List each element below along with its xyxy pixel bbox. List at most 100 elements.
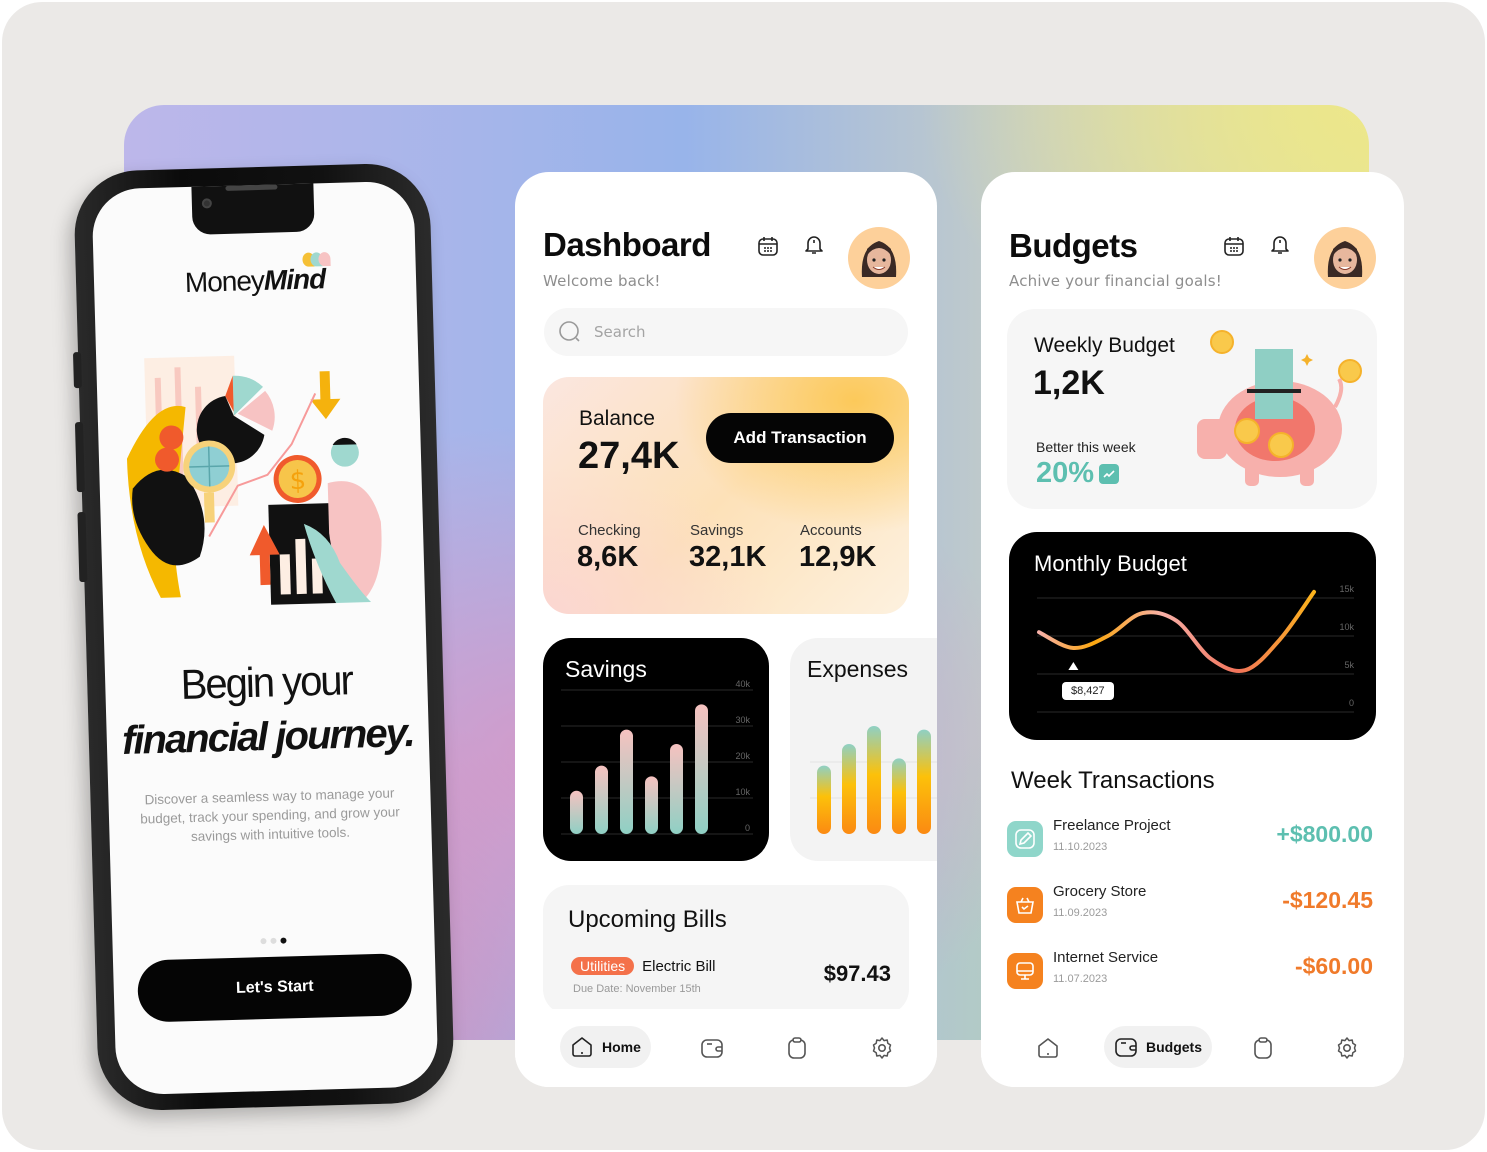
accounts-label: Accounts xyxy=(800,522,862,539)
budgets-screen: Budgets Achive your financial goals! Wee… xyxy=(981,172,1404,1087)
savings-bar xyxy=(620,729,633,834)
weekly-budget-card[interactable]: Weekly Budget 1,2K Better this week 20% xyxy=(1007,309,1377,509)
weekly-budget-title: Weekly Budget xyxy=(1034,334,1175,357)
savings-chart-card[interactable]: Savings 40k 30k 20k 10k 0 xyxy=(543,638,769,861)
page-title: Budgets xyxy=(1009,227,1138,264)
transaction-date: 11.09.2023 xyxy=(1053,907,1108,919)
nav-budgets-label: Budgets xyxy=(1146,1039,1202,1055)
search-placeholder: Search xyxy=(594,323,646,341)
savings-bar-chart: 40k 30k 20k 10k 0 xyxy=(561,679,753,835)
monthly-budget-card[interactable]: Monthly Budget 15k 10k 5k 0 $8,427 xyxy=(1009,532,1376,740)
bell-icon[interactable] xyxy=(802,232,826,256)
page-subtitle: Welcome back! xyxy=(543,272,661,290)
avatar-face-icon xyxy=(861,241,897,277)
week-transactions-title: Week Transactions xyxy=(1011,767,1215,794)
transaction-amount: -$120.45 xyxy=(1282,887,1373,913)
bill-amount: $97.43 xyxy=(823,961,891,986)
home-icon xyxy=(572,1037,592,1057)
bell-icon[interactable] xyxy=(1268,232,1292,256)
savings-bar xyxy=(645,776,658,834)
weekly-budget-value: 1,2K xyxy=(1033,364,1105,402)
bottom-nav: Home xyxy=(515,1009,937,1087)
phone-volume-up xyxy=(74,421,85,493)
wallet-icon[interactable] xyxy=(700,1036,724,1060)
calendar-icon[interactable] xyxy=(1222,234,1246,258)
upcoming-bills-card[interactable]: Upcoming Bills Utilities Electric Bill D… xyxy=(543,885,909,1015)
avatar-face-icon xyxy=(1327,241,1363,277)
calendar-icon[interactable] xyxy=(756,234,780,258)
nav-home-label: Home xyxy=(602,1039,641,1055)
svg-text:$: $ xyxy=(289,466,306,496)
clipboard-icon[interactable] xyxy=(785,1036,809,1060)
clipboard-icon[interactable] xyxy=(1251,1036,1275,1060)
home-icon[interactable] xyxy=(1036,1036,1060,1060)
monitor-icon xyxy=(1007,953,1043,989)
expenses-bar-chart xyxy=(810,726,937,834)
search-icon xyxy=(559,321,580,342)
y-tick-label: 0 xyxy=(1349,698,1354,708)
y-tick-label: 15k xyxy=(1339,584,1354,594)
trend-up-icon xyxy=(1099,463,1120,484)
headline-line-1: Begin your xyxy=(180,657,353,709)
transaction-name: Grocery Store xyxy=(1053,883,1147,900)
bill-name: Electric Bill xyxy=(642,957,716,975)
search-input[interactable]: Search xyxy=(544,308,908,356)
page-dot-3-active[interactable] xyxy=(280,937,287,944)
monthly-budget-line xyxy=(1037,589,1316,673)
balance-card: Balance 27,4K Add Transaction Checking 8… xyxy=(543,377,909,614)
y-tick-label: 10k xyxy=(735,787,750,797)
gear-icon[interactable] xyxy=(1335,1036,1359,1060)
phone-mute-button xyxy=(72,351,82,389)
y-tick-label: 40k xyxy=(735,679,750,689)
expenses-bar xyxy=(842,744,856,834)
savings-label: Savings xyxy=(690,522,744,539)
savings-bar xyxy=(570,790,583,834)
balance-label: Balance xyxy=(579,407,655,430)
trend-value: 20% xyxy=(1036,457,1095,489)
lets-start-button[interactable]: Let's Start xyxy=(136,953,413,1023)
bill-due-date: Due Date: November 15th xyxy=(573,983,701,995)
transaction-row[interactable]: Grocery Store 11.09.2023 -$120.45 xyxy=(1007,883,1373,933)
accounts-value: 12,9K xyxy=(799,541,877,573)
transaction-amount: +$800.00 xyxy=(1276,821,1373,847)
dashboard-screen: Dashboard Welcome back! Search Balance 2… xyxy=(515,172,937,1087)
savings-value: 32,1K xyxy=(689,541,767,573)
piggy-bank-illustration xyxy=(1197,330,1362,486)
y-tick-label: 20k xyxy=(735,751,750,761)
page-dot-2[interactable] xyxy=(270,937,277,944)
phone-notch xyxy=(191,181,315,235)
wallet-icon xyxy=(1115,1038,1137,1057)
transaction-date: 11.10.2023 xyxy=(1053,841,1108,853)
nav-home[interactable]: Home xyxy=(560,1026,651,1068)
nav-budgets[interactable]: Budgets xyxy=(1104,1026,1212,1068)
transaction-name: Freelance Project xyxy=(1053,817,1171,834)
chart-tooltip: $8,427 xyxy=(1062,682,1114,700)
page-dot-1[interactable] xyxy=(260,938,267,945)
expenses-bar xyxy=(867,726,881,834)
phone-volume-down xyxy=(77,511,88,583)
monthly-line-chart: 15k 10k 5k 0 xyxy=(1037,584,1354,713)
logo-text-regular: Money xyxy=(184,264,265,299)
trend-label: Better this week xyxy=(1036,439,1136,455)
headline-line-2: financial journey. xyxy=(121,710,415,763)
expenses-bar xyxy=(817,765,831,834)
page-title: Dashboard xyxy=(543,226,711,263)
y-tick-label: 30k xyxy=(735,715,750,725)
y-tick-label: 5k xyxy=(1344,660,1354,670)
gear-icon[interactable] xyxy=(870,1036,894,1060)
bill-category-tag: Utilities xyxy=(571,957,635,975)
page-subtitle: Achive your financial goals! xyxy=(1009,272,1222,290)
avatar[interactable] xyxy=(1314,227,1376,289)
transaction-name: Internet Service xyxy=(1053,949,1159,966)
phone-mockup: MoneyMind $ Begin your financial journey… xyxy=(72,162,456,1112)
expenses-bar xyxy=(892,758,906,834)
transaction-row[interactable]: Internet Service 11.07.2023 -$60.00 xyxy=(1007,949,1373,999)
transaction-amount: -$60.00 xyxy=(1294,953,1373,979)
finance-illustration: $ xyxy=(126,355,382,605)
transaction-row[interactable]: Freelance Project 11.10.2023 +$800.00 xyxy=(1007,817,1373,867)
avatar[interactable] xyxy=(848,227,910,289)
add-transaction-button[interactable]: Add Transaction xyxy=(706,413,894,463)
page-indicator[interactable] xyxy=(112,926,434,953)
expenses-chart-card[interactable]: Expenses xyxy=(790,638,937,861)
app-logo: MoneyMind xyxy=(94,251,417,302)
